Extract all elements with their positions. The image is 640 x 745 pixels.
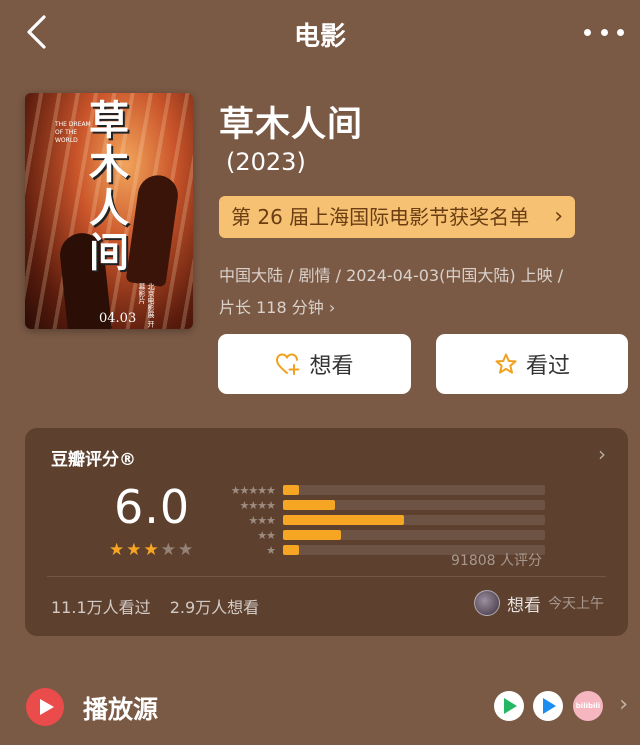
seen-count: 11.1万人看过 [51,598,151,617]
more-icon-dot [584,28,591,36]
rating-bar-fill [283,485,299,495]
play-source-label: 播放源 [83,695,159,724]
chevron-right-icon: › [328,298,336,317]
rating-bar-fill [283,500,335,510]
play-icon [26,688,64,726]
chevron-right-icon[interactable]: › [598,442,606,466]
rating-title: 豆瓣评分® [51,450,136,470]
rating-score: 6.0 [114,480,191,534]
rating-bar-stars: ★★★★★ [230,484,276,497]
avatar [474,590,500,616]
seen-button[interactable]: 看过 [436,334,628,394]
award-label: 第 26 届上海国际电影节获奖名单 [231,205,530,229]
rating-bar-track [283,500,545,510]
top-bar: 电影 [0,0,640,64]
watch-stats: 11.1万人看过 2.9万人想看 [51,594,273,618]
award-banner[interactable]: 第 26 届上海国际电影节获奖名单 › [219,196,575,238]
rating-bar-fill [283,515,404,525]
star-filled-icon: ★ [143,540,159,560]
more-button[interactable] [584,22,624,42]
poster-date: 04.03 [99,311,137,326]
seen-label: 看过 [525,354,570,379]
star-outline-icon [495,353,517,374]
page-title: 电影 [293,22,346,52]
rating-bar-stars: ★ [266,544,276,557]
rating-bar-track [283,515,545,525]
rating-count: 91808 人评分 [451,553,542,569]
bilibili-icon[interactable]: bilibili [573,691,603,721]
user-status[interactable]: 想看 今天上午 [474,590,604,616]
rating-bar-stars: ★★ [257,529,276,542]
divider [47,576,606,577]
movie-poster[interactable]: 草木人间 THE DREAM OF THE WORLD 北京电影展 开幕影片 0… [25,93,193,329]
rating-bar-track [283,530,545,540]
star-filled-icon: ★ [109,540,125,560]
rating-bar-fill [283,545,299,555]
poster-title-art: 草木人间 [89,97,129,276]
more-icon-dot [617,28,624,36]
star-empty-icon: ★ [178,540,194,560]
user-action: 想看 [507,595,541,616]
movie-title: 草木人间 [219,105,364,145]
rating-bar-track [283,485,545,495]
movie-meta: 中国大陆 / 剧情 / 2024-04-03(中国大陆) 上映 / [219,266,564,285]
heart-plus-icon [276,353,300,375]
want-count: 2.9万人想看 [169,598,260,617]
chevron-right-icon: › [554,204,563,229]
star-empty-icon: ★ [160,540,176,560]
star-filled-icon: ★ [126,540,142,560]
chevron-right-icon: › [619,692,628,717]
rating-card[interactable]: 豆瓣评分® › 6.0 ★ ★ ★ ★ ★ ★★★★★ ★★★★ ★★★ ★★ ★ 91808 … [25,428,628,636]
rating-bar-stars: ★★★ [248,514,276,527]
poster-english-text: THE DREAM OF THE WORLD [55,121,91,144]
poster-side-text: 北京电影展 开幕影片 [138,283,155,328]
movie-duration[interactable]: 片长 118 分钟 › [219,294,335,318]
user-time: 今天上午 [548,596,604,612]
play-source-row[interactable]: 播放源 bilibili › [0,680,640,740]
want-to-watch-button[interactable]: 想看 [218,334,411,394]
video-app-icon[interactable] [494,691,524,721]
rating-bar-fill [283,530,341,540]
duration-label: 片长 118 分钟 [219,298,324,317]
rating-stars: ★ ★ ★ ★ ★ [109,542,193,559]
video-app-icon[interactable] [533,691,563,721]
more-icon-dot [600,28,608,36]
movie-year: (2023) [226,148,306,176]
rating-bar-stars: ★★★★ [239,499,276,512]
want-label: 想看 [309,354,354,379]
